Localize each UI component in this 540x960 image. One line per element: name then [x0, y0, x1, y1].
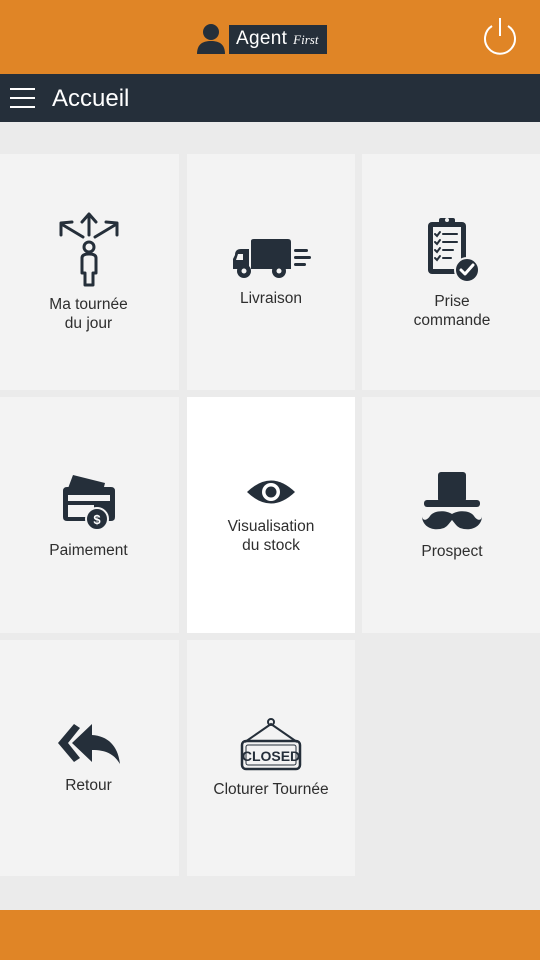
hat-mustache-icon [422, 471, 482, 529]
tile-livraison[interactable]: Livraison [187, 154, 355, 390]
brand-name: Agent [236, 27, 288, 49]
bottom-bar [0, 910, 540, 960]
tile-label: Ma tournée du jour [49, 296, 128, 332]
closed-sign-text: CLOSED [242, 748, 300, 764]
tile-cloturer-tournee[interactable]: CLOSED Cloturer Tournée [187, 640, 355, 876]
user-icon [197, 24, 225, 54]
svg-text:$: $ [93, 512, 101, 527]
payment-cards-icon: $ [62, 474, 115, 531]
directions-person-icon [59, 212, 118, 287]
eye-icon [247, 480, 295, 504]
hamburger-icon[interactable] [10, 87, 35, 109]
tile-ma-tournee[interactable]: Ma tournée du jour [0, 154, 179, 390]
tile-label: Visualisation du stock [227, 518, 315, 554]
reply-all-icon [57, 723, 120, 764]
tile-prise-commande[interactable]: Prise commande [362, 154, 540, 390]
page-title: Accueil [52, 85, 130, 112]
tile-label: Prospect [421, 542, 483, 560]
tile-paimement[interactable]: $ Paimement [0, 397, 179, 633]
tile-visualisation-stock[interactable]: Visualisation du stock [187, 397, 355, 633]
tile-prospect[interactable]: Prospect [362, 397, 540, 633]
tile-label: Prise commande [413, 293, 491, 329]
tile-label: Retour [65, 776, 112, 794]
app-logo: Agent First [196, 22, 328, 56]
tile-retour[interactable]: Retour [0, 640, 179, 876]
tile-label: Paimement [49, 541, 128, 559]
tile-label: Cloturer Tournée [213, 780, 329, 798]
brand-box: Agent First [229, 24, 328, 54]
clipboard-check-icon [428, 218, 480, 283]
brand-subtitle: First [293, 31, 319, 47]
delivery-truck-icon [233, 238, 311, 278]
tile-label: Livraison [239, 289, 303, 307]
power-icon[interactable] [479, 16, 521, 58]
closed-sign-icon: CLOSED [240, 717, 302, 770]
